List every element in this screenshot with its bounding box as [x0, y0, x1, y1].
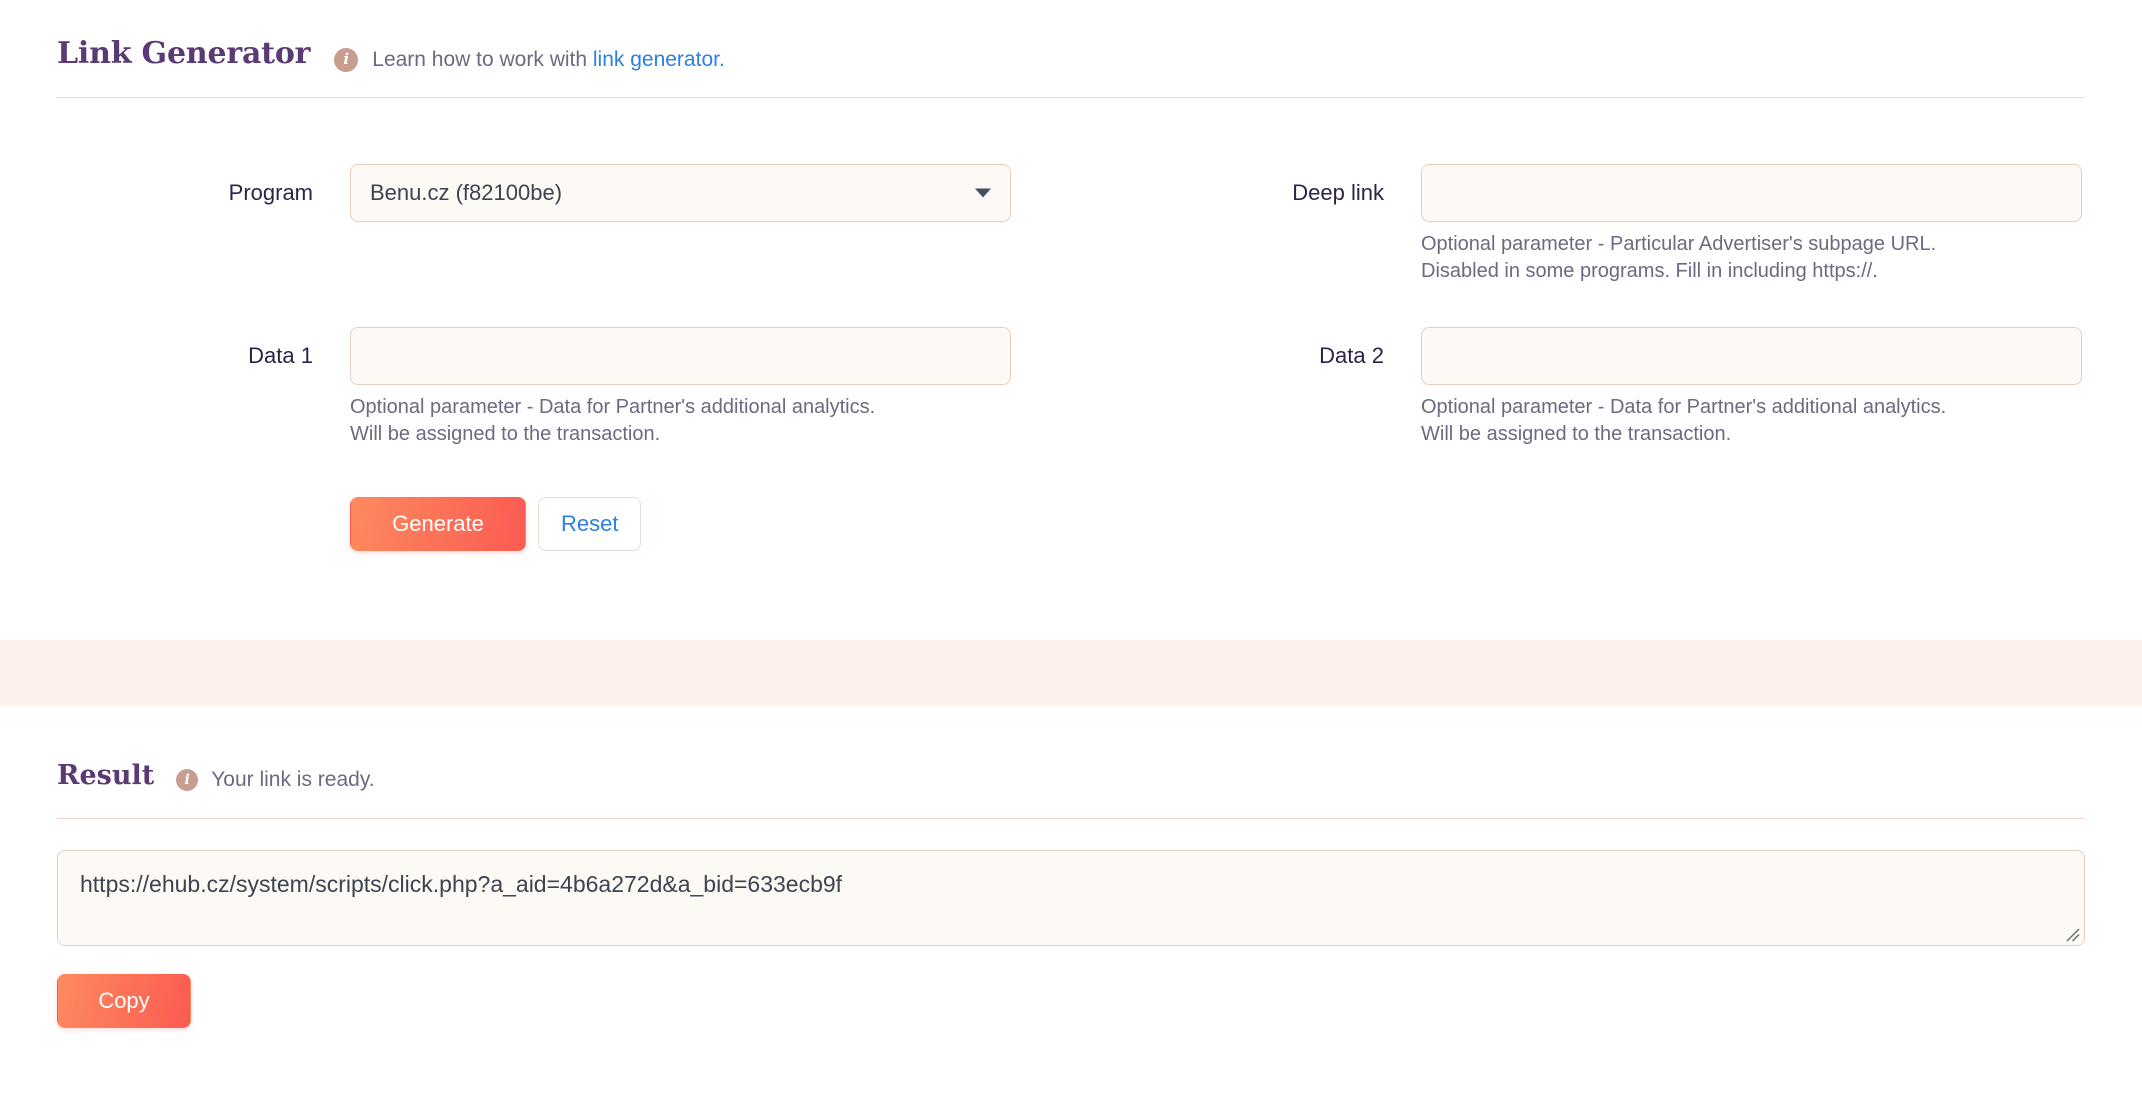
result-title: Result [57, 760, 155, 791]
section-separator-band [0, 640, 2142, 706]
deep-link-label: Deep link [1292, 180, 1384, 205]
form-row-1: Program Deep link Optional parameter - P… [0, 164, 2142, 284]
data1-label: Data 1 [248, 343, 313, 369]
copy-button[interactable]: Copy [57, 974, 191, 1028]
generate-button[interactable]: Generate [350, 497, 526, 552]
deep-link-help-line-1: Optional parameter - Particular Advertis… [1421, 233, 1937, 255]
data2-help-line-1: Optional parameter - Data for Partner's … [1421, 396, 1947, 419]
data2-field-group: Data 2 Optional parameter - Data for Par… [1071, 327, 2142, 447]
data2-help: Optional parameter - Data for Partner's … [1421, 394, 2082, 447]
form-row-2: Data 1 Optional parameter - Data for Par… [0, 327, 2142, 447]
generator-form: Program Deep link Optional parameter - P… [0, 130, 2142, 552]
generator-hint-text: Learn how to work with link generator. [372, 47, 725, 71]
result-status-text: Your link is ready. [211, 768, 375, 791]
program-label: Program [228, 180, 313, 205]
data1-help-line-1: Optional parameter - Data for Partner's … [350, 396, 876, 419]
link-generator-help-link[interactable]: link generator. [593, 48, 725, 71]
info-icon: i [334, 47, 359, 72]
link-generator-page: Link Generator i Learn how to work with … [0, 0, 2142, 1116]
reset-button[interactable]: Reset [538, 497, 642, 552]
program-field-group: Program [0, 164, 1071, 222]
deep-link-input[interactable] [1421, 164, 2082, 222]
form-actions: Generate Reset [0, 497, 2142, 552]
result-link-textarea[interactable] [57, 850, 2085, 946]
header-divider [57, 97, 2085, 98]
result-divider [57, 818, 2085, 819]
deep-link-help: Optional parameter - Particular Advertis… [1421, 231, 2082, 284]
program-select[interactable] [350, 164, 1011, 222]
data2-input[interactable] [1421, 327, 2082, 386]
data1-help: Optional parameter - Data for Partner's … [350, 394, 1011, 447]
result-section: Result i Your link is ready. Copy [0, 760, 2142, 1028]
data1-input[interactable] [350, 327, 1011, 386]
data1-help-line-2: Will be assigned to the transaction. [350, 422, 661, 445]
result-actions: Copy [57, 974, 2085, 1028]
program-select-wrapper[interactable] [350, 164, 1011, 222]
deep-link-field-group: Deep link Optional parameter - Particula… [1071, 164, 2142, 284]
result-status: i Your link is ready. [176, 768, 375, 792]
data2-help-line-2: Will be assigned to the transaction. [1421, 422, 1732, 445]
data2-label: Data 2 [1319, 343, 1384, 369]
result-link-area [57, 850, 2085, 946]
data1-field-group: Data 1 Optional parameter - Data for Par… [0, 327, 1071, 447]
deep-link-help-line-2: Disabled in some programs. Fill in inclu… [1421, 259, 1878, 282]
page-title: Link Generator [57, 36, 311, 71]
generator-header: Link Generator i Learn how to work with … [0, 36, 2142, 98]
info-icon: i [176, 769, 199, 791]
generator-hint: i Learn how to work with link generator. [334, 47, 725, 72]
